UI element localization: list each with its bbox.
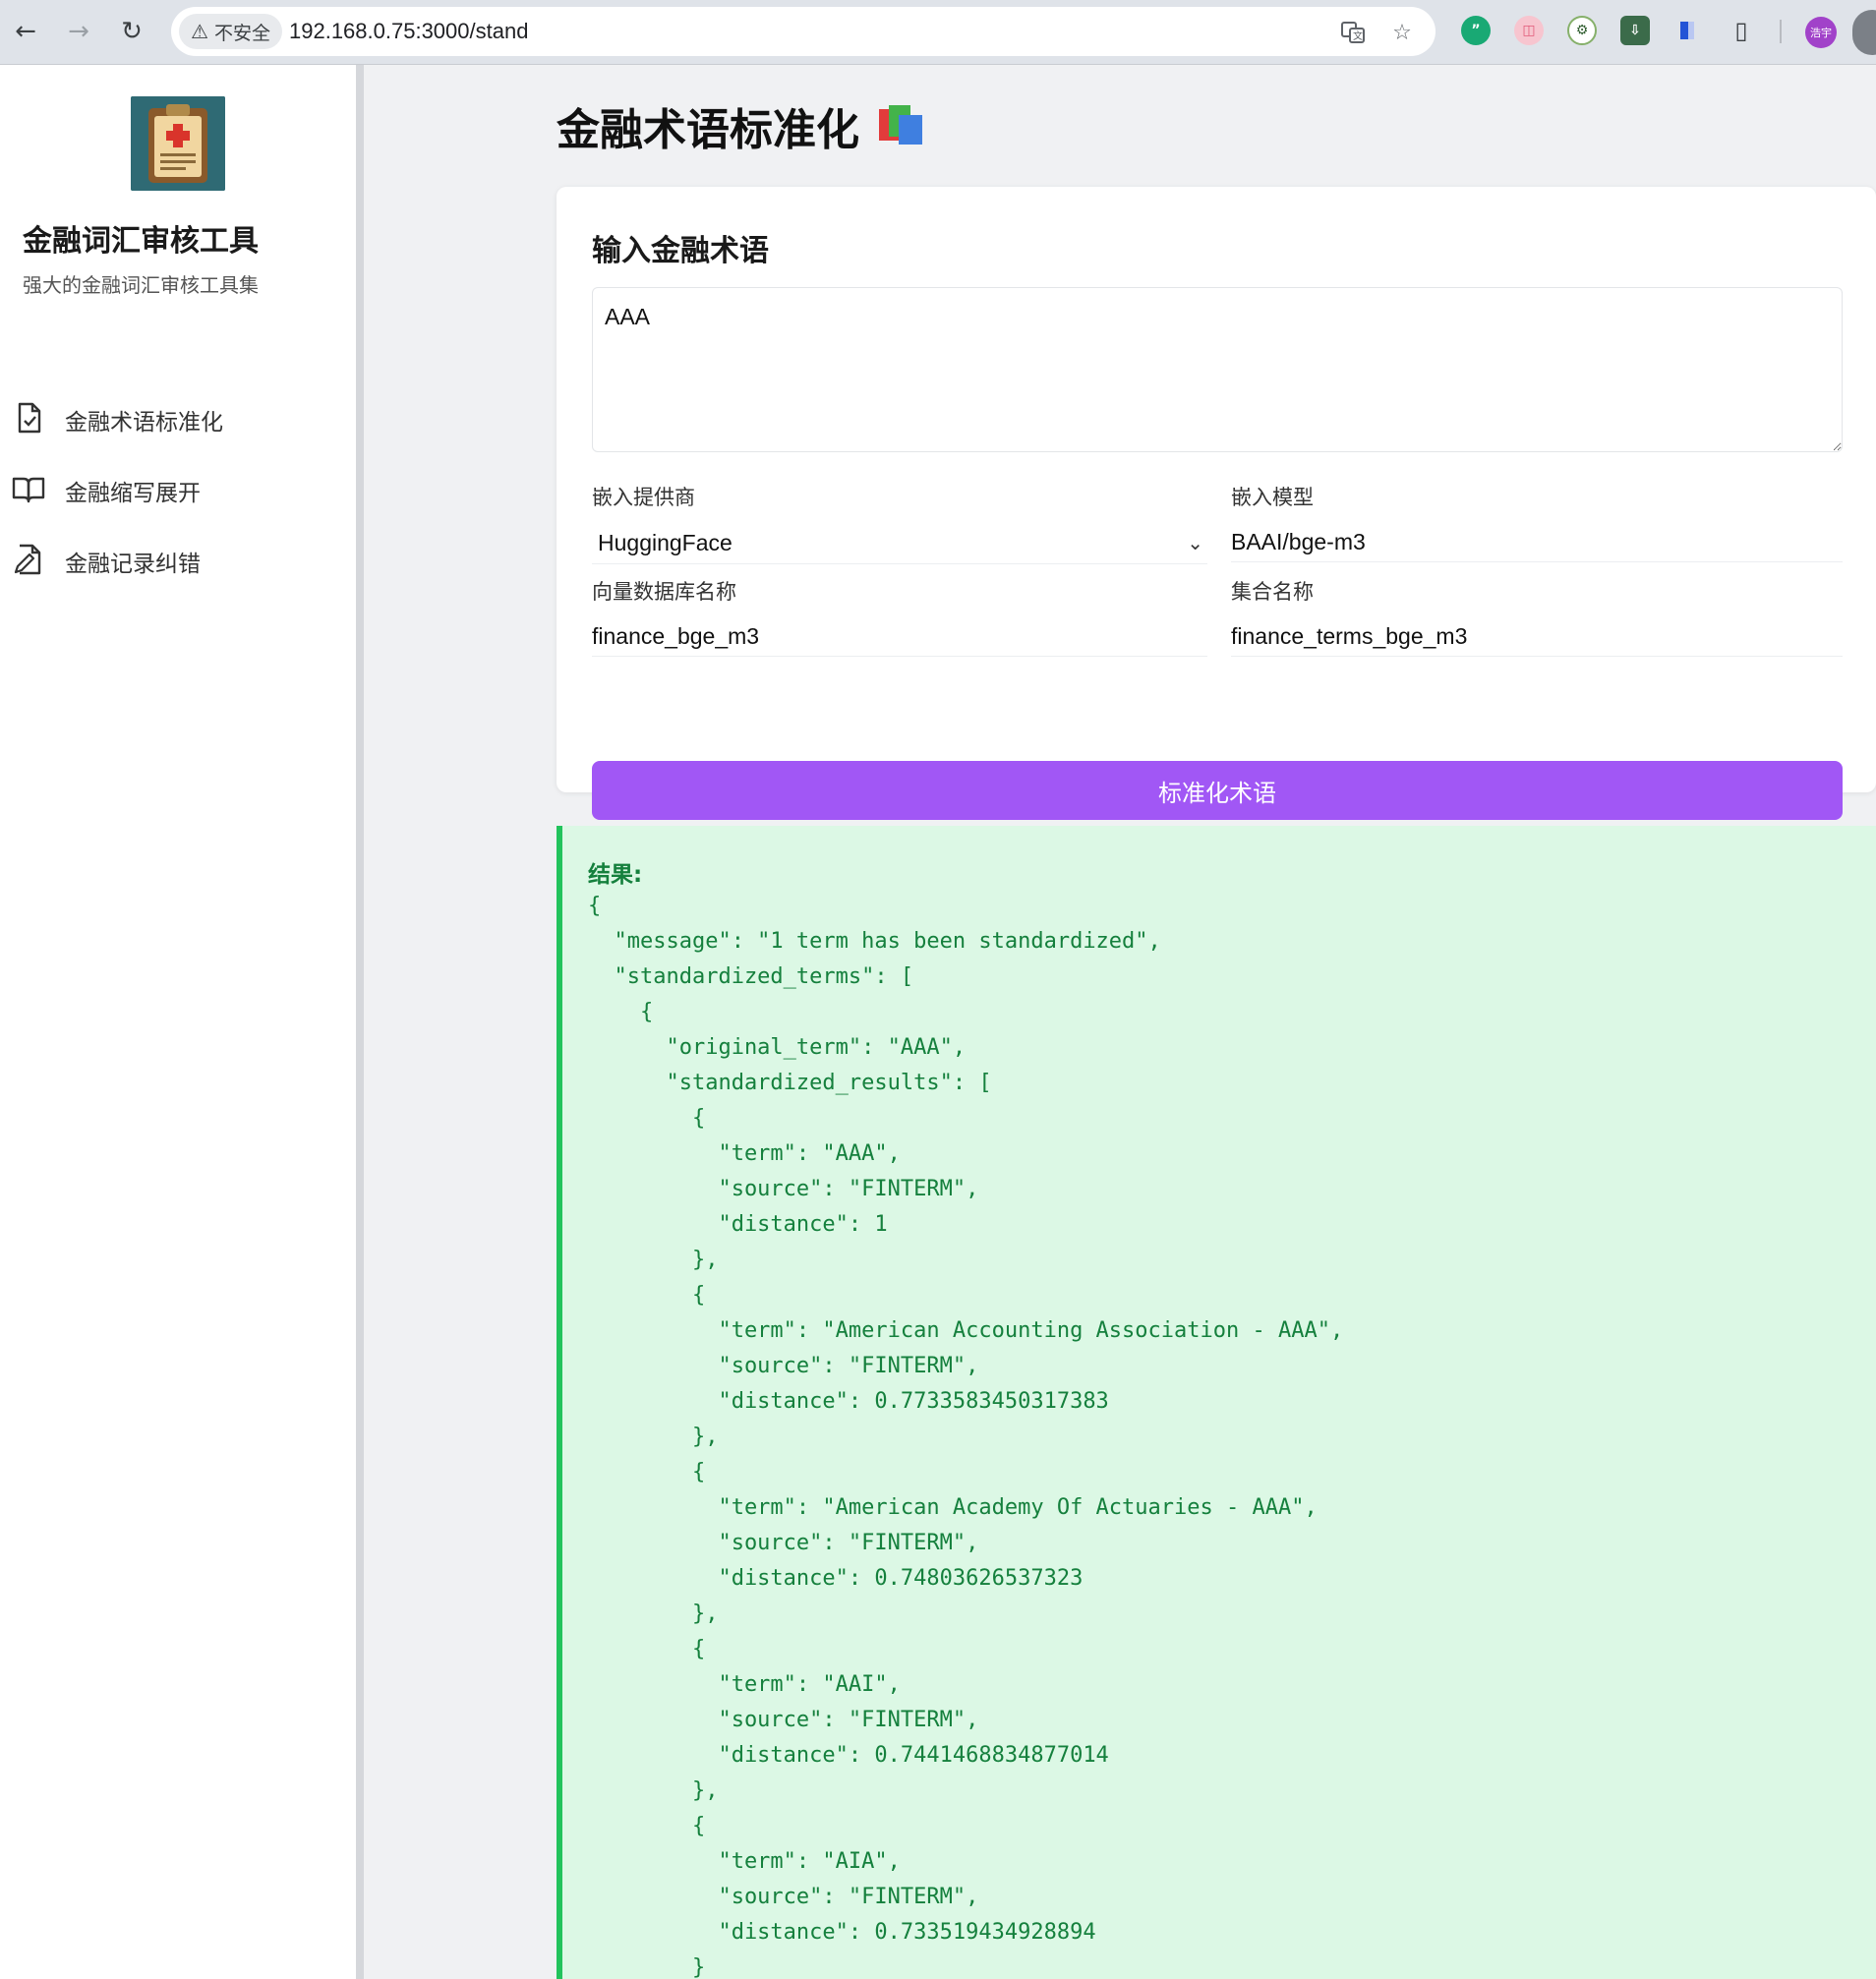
provider-value: HuggingFace: [598, 530, 733, 555]
security-chip[interactable]: ⚠ 不安全: [179, 14, 282, 49]
file-check-icon: [12, 401, 45, 435]
puzzle-extensions-icon[interactable]: ▯: [1727, 16, 1756, 45]
reload-icon[interactable]: ↻: [114, 14, 149, 49]
toolbar-divider: [1780, 20, 1782, 43]
gear-extension-icon[interactable]: ⚙: [1567, 16, 1597, 45]
page-title-text: 金融术语标准化: [557, 105, 859, 155]
quote-extension-icon[interactable]: ”: [1461, 16, 1491, 45]
collection-input[interactable]: [1231, 617, 1843, 657]
app-subtitle: 强大的金融词汇审核工具集: [23, 273, 259, 297]
page-title: 金融术语标准化: [557, 94, 924, 157]
bookmark-extension-icon[interactable]: [1673, 16, 1703, 45]
db-input[interactable]: [592, 617, 1207, 657]
sidebar-item-record-correction[interactable]: 金融记录纠错: [0, 531, 356, 586]
provider-select[interactable]: HuggingFace ⌄: [592, 523, 1207, 564]
svg-text:文: 文: [1353, 29, 1363, 42]
clipboard-logo-icon: [131, 96, 225, 191]
open-book-icon: [12, 472, 45, 505]
profile-avatar[interactable]: 浩宇: [1805, 17, 1837, 48]
main-content: 金融术语标准化 输入金融术语 AAA 嵌入提供商 HuggingFace ⌄ 嵌…: [364, 65, 1876, 1979]
db-label: 向量数据库名称: [592, 580, 736, 604]
download-extension-icon[interactable]: ⇩: [1620, 16, 1650, 45]
file-edit-icon: [12, 543, 45, 576]
profile-menu-button[interactable]: [1852, 10, 1876, 55]
security-label: 不安全: [213, 22, 270, 44]
sidebar-item-term-standardization[interactable]: 金融术语标准化: [0, 389, 356, 444]
browser-toolbar: ← → ↻ ⚠ 不安全 192.168.0.75:3000/stand 文 ☆ …: [0, 0, 1876, 65]
provider-label: 嵌入提供商: [592, 486, 695, 509]
model-label: 嵌入模型: [1231, 486, 1314, 509]
sidebar: 金融词汇审核工具 强大的金融词汇审核工具集 金融术语标准化 金融缩写展开 金融记…: [0, 65, 364, 1979]
chevron-down-icon: ⌄: [1187, 533, 1203, 554]
result-json: { "message": "1 term has been standardiz…: [588, 894, 1344, 1979]
bookmark-star-icon[interactable]: ☆: [1388, 19, 1416, 46]
back-arrow-icon[interactable]: ←: [8, 14, 43, 49]
sidebar-item-abbreviation-expansion[interactable]: 金融缩写展开: [0, 460, 356, 515]
term-input[interactable]: AAA: [592, 287, 1843, 452]
sidebar-item-label: 金融术语标准化: [65, 410, 223, 436]
card-title: 输入金融术语: [592, 234, 769, 268]
warning-triangle-icon: ⚠: [191, 20, 208, 43]
sidebar-item-label: 金融缩写展开: [65, 481, 201, 506]
collection-label: 集合名称: [1231, 580, 1314, 604]
sidebar-item-label: 金融记录纠错: [65, 552, 201, 577]
result-panel: 结果: { "message": "1 term has been standa…: [557, 826, 1876, 1979]
translate-icon[interactable]: 文: [1339, 19, 1367, 46]
books-icon: [879, 105, 924, 146]
address-bar[interactable]: ⚠ 不安全 192.168.0.75:3000/stand 文 ☆: [171, 7, 1436, 56]
result-label: 结果:: [588, 862, 643, 888]
app-title: 金融词汇审核工具: [23, 224, 259, 259]
standardize-button[interactable]: 标准化术语: [592, 761, 1843, 820]
tv-extension-icon[interactable]: ◫: [1514, 16, 1544, 45]
input-card: 输入金融术语 AAA 嵌入提供商 HuggingFace ⌄ 嵌入模型 向量数据…: [557, 187, 1876, 820]
model-input[interactable]: [1231, 523, 1843, 562]
url-text[interactable]: 192.168.0.75:3000/stand: [289, 19, 528, 44]
forward-arrow-icon[interactable]: →: [61, 14, 96, 49]
